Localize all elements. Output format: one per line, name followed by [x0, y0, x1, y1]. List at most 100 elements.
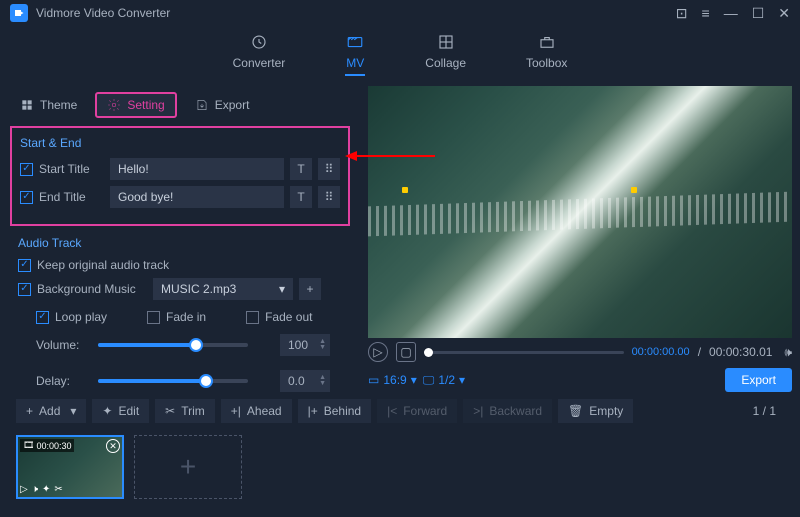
minimize-icon[interactable]: —	[724, 5, 738, 21]
behind-button[interactable]: |+Behind	[298, 399, 372, 423]
progress-bar[interactable]	[424, 351, 624, 354]
end-text-style-button[interactable]: T	[290, 186, 312, 208]
behind-icon: |+	[308, 404, 318, 418]
screen-icon: 🖵	[423, 373, 435, 388]
delay-value-box[interactable]: 0.0 ▲▼	[280, 370, 330, 392]
clip-trim-icon[interactable]: ✂	[54, 484, 62, 495]
clip-thumbnail[interactable]: 🎞00:00:30 ✕ ▷ 🕨 ✦ ✂	[16, 435, 124, 499]
clip-play-icon[interactable]: ▷	[20, 484, 28, 495]
maximize-icon[interactable]: ☐	[752, 5, 765, 22]
loop-checkbox[interactable]	[36, 311, 49, 324]
wand-icon: ✦	[102, 404, 112, 418]
bottom-toolbar: +Add▾ ✦Edit ✂Trim +|Ahead |+Behind |<For…	[0, 391, 800, 431]
aspect-icon: ▭	[368, 373, 379, 387]
zoom-select[interactable]: 🖵 1/2 ▾	[423, 373, 465, 388]
tab-mv-label: MV	[346, 56, 364, 70]
backward-button[interactable]: >|Backward	[463, 399, 552, 423]
bg-music-label: Background Music	[37, 282, 147, 296]
app-title: Vidmore Video Converter	[36, 6, 170, 20]
mv-icon	[345, 32, 365, 52]
annotation-arrow	[345, 148, 435, 164]
clip-remove-button[interactable]: ✕	[106, 439, 120, 453]
film-icon: 🎞	[23, 440, 34, 451]
volume-spinner[interactable]: ▲▼	[319, 339, 326, 351]
subtab-setting-label: Setting	[127, 98, 164, 112]
delay-slider[interactable]	[98, 379, 248, 383]
clip-duration-badge: 🎞00:00:30	[20, 439, 74, 452]
end-grid-button[interactable]: ⠿	[318, 186, 340, 208]
subtab-export-label: Export	[215, 98, 250, 112]
tab-converter[interactable]: Converter	[233, 32, 286, 76]
bg-music-select[interactable]: MUSIC 2.mp3 ▾	[153, 278, 293, 300]
start-grid-button[interactable]: ⠿	[318, 158, 340, 180]
plus-icon: +	[26, 404, 33, 418]
menu-icon[interactable]: ≡	[702, 5, 710, 21]
export-button[interactable]: Export	[725, 368, 792, 392]
forward-button[interactable]: |<Forward	[377, 399, 457, 423]
add-button[interactable]: +Add▾	[16, 399, 86, 423]
preview-video[interactable]	[368, 86, 792, 338]
keep-original-checkbox[interactable]	[18, 259, 31, 272]
bg-music-value: MUSIC 2.mp3	[161, 282, 236, 296]
delay-value: 0.0	[288, 374, 305, 388]
chevron-down-icon: ▾	[411, 373, 417, 387]
titlebar: Vidmore Video Converter ⊡ ≡ — ☐ ✕	[0, 0, 800, 26]
timeline: 🎞00:00:30 ✕ ▷ 🕨 ✦ ✂ +	[0, 431, 800, 503]
start-text-style-button[interactable]: T	[290, 158, 312, 180]
add-music-button[interactable]: +	[299, 278, 321, 300]
bg-music-checkbox[interactable]	[18, 283, 31, 296]
stop-button[interactable]: ▢	[396, 342, 416, 362]
tab-collage-label: Collage	[425, 56, 466, 70]
settings-panel: Theme Setting Export Start & End Start T…	[0, 86, 360, 391]
end-title-input[interactable]	[110, 186, 284, 208]
close-icon[interactable]: ✕	[778, 5, 790, 22]
tab-converter-label: Converter	[233, 56, 286, 70]
start-title-input[interactable]	[110, 158, 284, 180]
subtab-setting[interactable]: Setting	[95, 92, 176, 118]
subtab-theme[interactable]: Theme	[10, 94, 87, 116]
edit-button[interactable]: ✦Edit	[92, 399, 149, 423]
volume-value-box[interactable]: 100 ▲▼	[280, 334, 330, 356]
chevron-down-icon: ▾	[279, 282, 285, 296]
volume-icon[interactable]: 🕪	[784, 345, 792, 360]
feedback-icon[interactable]: ⊡	[676, 5, 688, 22]
preview-panel: ▷ ▢ 00:00:00.00/00:00:30.01 🕪 ▭ 16:9 ▾ 🖵…	[360, 86, 800, 391]
top-tabs: Converter MV Collage Toolbox	[0, 26, 800, 86]
converter-icon	[249, 32, 269, 52]
trim-button[interactable]: ✂Trim	[155, 399, 215, 423]
subtab-theme-label: Theme	[40, 98, 77, 112]
collage-icon	[436, 32, 456, 52]
page-indicator: 1 / 1	[753, 404, 784, 418]
clip-edit-icon[interactable]: ✦	[42, 484, 50, 495]
tab-mv[interactable]: MV	[345, 32, 365, 76]
backward-icon: >|	[473, 404, 483, 418]
tab-collage[interactable]: Collage	[425, 32, 466, 76]
start-end-heading: Start & End	[20, 136, 340, 150]
empty-button[interactable]: 🗑Empty	[558, 399, 633, 423]
end-title-label: End Title	[39, 190, 104, 204]
ahead-button[interactable]: +|Ahead	[221, 399, 292, 423]
delay-spinner[interactable]: ▲▼	[319, 375, 326, 387]
aspect-ratio-select[interactable]: ▭ 16:9 ▾	[368, 373, 417, 387]
volume-slider[interactable]	[98, 343, 248, 347]
chevron-down-icon: ▾	[70, 404, 76, 418]
fadeout-label: Fade out	[265, 310, 312, 324]
volume-value: 100	[288, 338, 308, 352]
tab-toolbox[interactable]: Toolbox	[526, 32, 567, 76]
fadein-checkbox[interactable]	[147, 311, 160, 324]
end-title-checkbox[interactable]	[20, 191, 33, 204]
forward-icon: |<	[387, 404, 397, 418]
trash-icon: 🗑	[568, 404, 583, 418]
start-title-label: Start Title	[39, 162, 104, 176]
subtab-export[interactable]: Export	[185, 94, 260, 116]
add-clip-placeholder[interactable]: +	[134, 435, 242, 499]
start-title-checkbox[interactable]	[20, 163, 33, 176]
ahead-icon: +|	[231, 404, 241, 418]
tab-toolbox-label: Toolbox	[526, 56, 567, 70]
current-time: 00:00:00.00	[632, 346, 690, 358]
scissors-icon: ✂	[165, 404, 175, 418]
clip-mute-icon[interactable]: 🕨	[32, 484, 38, 495]
start-end-section: Start & End Start Title T ⠿ End Title T …	[10, 126, 350, 226]
play-button[interactable]: ▷	[368, 342, 388, 362]
fadeout-checkbox[interactable]	[246, 311, 259, 324]
